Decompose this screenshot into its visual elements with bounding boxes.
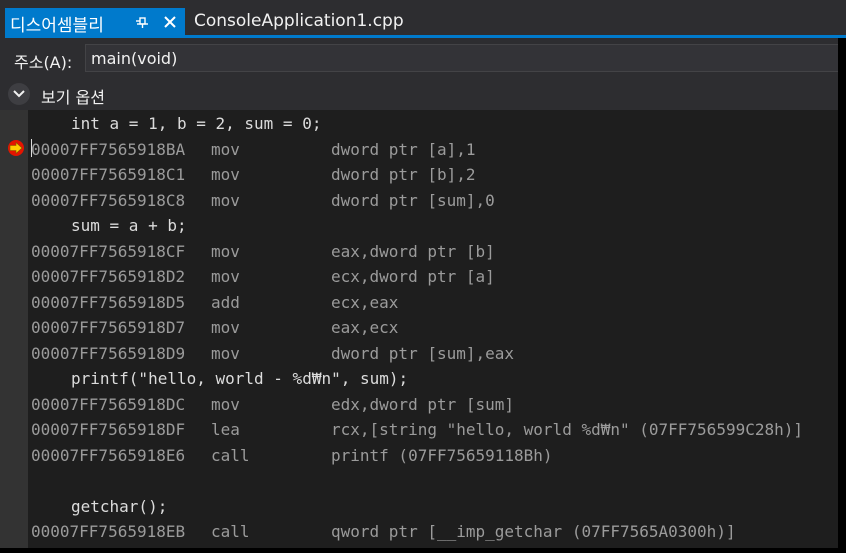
- instruction-address: 00007FF7565918DC: [31, 394, 186, 414]
- instruction-operands: rcx,[string "hello, world %d₩n" (07FF756…: [331, 420, 804, 439]
- source-line: sum = a + b;: [0, 213, 838, 238]
- disassembly-line: 00007FF7565918C1 mov dword ptr [b],2: [0, 162, 838, 187]
- instruction-operands: dword ptr [a],1: [331, 139, 476, 159]
- instruction-opcode: mov: [211, 394, 240, 414]
- disassembly-line: 00007FF7565918E6 call printf (07FF75659118…: [0, 443, 838, 468]
- instruction-address: 00007FF7565918D7: [31, 318, 186, 337]
- instruction-address: 00007FF7565918D2: [31, 267, 186, 286]
- instruction-operands: eax,ecx: [331, 318, 399, 337]
- close-icon[interactable]: [162, 14, 178, 30]
- instruction-opcode: add: [211, 292, 240, 312]
- instruction-opcode: mov: [211, 241, 240, 261]
- instruction-address: 00007FF7565918EB: [31, 522, 186, 541]
- source-text: sum = a + b;: [71, 216, 187, 235]
- tab-console-application-cpp[interactable]: ConsoleApplication1.cpp: [185, 8, 405, 35]
- instruction-opcode: lea: [211, 420, 240, 439]
- instruction-opcode: mov: [211, 190, 240, 210]
- instruction-operands: qword ptr [__imp_getchar (07FF7565A0300h…: [331, 522, 736, 541]
- address-bar: 주소(A):: [0, 38, 846, 78]
- instruction-operands: ecx,dword ptr [a]: [331, 267, 495, 286]
- instruction-operands: dword ptr [sum],0: [331, 190, 495, 210]
- instruction-operands: eax,dword ptr [b]: [331, 241, 495, 261]
- view-options-label: 보기 옵션: [41, 88, 105, 107]
- instruction-address: 00007FF7565918E6: [31, 445, 186, 465]
- source-line: getchar();: [0, 494, 838, 519]
- instruction-operands: edx,dword ptr [sum]: [331, 394, 515, 414]
- instruction-opcode: mov: [211, 343, 240, 363]
- instruction-address: 00007FF7565918D9: [31, 343, 186, 363]
- pin-icon[interactable]: [135, 15, 149, 29]
- address-label: 주소(A):: [14, 53, 73, 72]
- chevron-down-icon: [13, 90, 25, 98]
- disassembly-line: 00007FF7565918D7 mov eax,ecx: [0, 315, 838, 340]
- source-text: getchar();: [71, 496, 168, 516]
- address-input[interactable]: [85, 44, 845, 72]
- document-tab-strip: 디스어셈블리 ConsoleApplication1.cpp: [0, 0, 846, 38]
- window-border-right: [838, 38, 846, 553]
- instruction-address: 00007FF7565918C8: [31, 190, 186, 210]
- source-text: printf("hello, world - %d₩n", sum);: [71, 369, 409, 388]
- view-options-bar: 보기 옵션: [0, 78, 846, 110]
- disassembly-line: 00007FF7565918C8 mov dword ptr [sum],0: [0, 188, 838, 213]
- instruction-address: 00007FF7565918CF: [31, 241, 186, 261]
- instruction-operands: ecx,eax: [331, 292, 399, 312]
- instruction-opcode: mov: [211, 165, 240, 184]
- disassembly-line: 00007FF7565918BA mov dword ptr [a],1: [0, 137, 838, 162]
- tab-disassembly-label: 디스어셈블리: [10, 16, 104, 36]
- disassembly-code-view[interactable]: int a = 1, b = 2, sum = 0; 00007FF7565918…: [0, 110, 838, 550]
- source-line: printf("hello, world - %d₩n", sum);: [0, 366, 838, 391]
- instruction-operands: printf (07FF75659118Bh): [331, 445, 553, 465]
- view-options-toggle[interactable]: [8, 83, 30, 105]
- disassembly-line: 00007FF7565918D9 mov dword ptr [sum],eax: [0, 341, 838, 366]
- disassembly-line: 00007FF7565918D2 mov ecx,dword ptr [a]: [0, 264, 838, 289]
- instruction-operands: dword ptr [b],2: [331, 165, 476, 184]
- instruction-opcode: mov: [211, 139, 240, 159]
- instruction-address: 00007FF7565918BA: [31, 139, 186, 159]
- instruction-opcode: mov: [211, 318, 240, 337]
- instruction-address: 00007FF7565918DF: [31, 420, 186, 439]
- window-border-bottom: [0, 548, 846, 553]
- disassembly-line: 00007FF7565918D5 add ecx,eax: [0, 290, 838, 315]
- instruction-address: 00007FF7565918C1: [31, 165, 186, 184]
- source-line: int a = 1, b = 2, sum = 0;: [0, 111, 838, 136]
- instruction-address: 00007FF7565918D5: [31, 292, 186, 312]
- instruction-opcode: call: [211, 522, 250, 541]
- instruction-opcode: call: [211, 445, 250, 465]
- disassembly-line: 00007FF7565918DF lea rcx,[string "hello, w…: [0, 417, 838, 442]
- instruction-opcode: mov: [211, 267, 240, 286]
- disassembly-line: 00007FF7565918EB call qword ptr [__imp_get…: [0, 519, 838, 544]
- disassembly-line: 00007FF7565918CF mov eax,dword ptr [b]: [0, 239, 838, 264]
- tab-disassembly[interactable]: 디스어셈블리: [5, 8, 185, 36]
- disassembly-window: 디스어셈블리 ConsoleApplication1.cpp 주소(A): ma…: [0, 0, 846, 553]
- tab-console-application-cpp-label: ConsoleApplication1.cpp: [194, 11, 404, 31]
- source-text: int a = 1, b = 2, sum = 0;: [71, 114, 322, 133]
- instruction-operands: dword ptr [sum],eax: [331, 343, 515, 363]
- disassembly-line: 00007FF7565918DC mov edx,dword ptr [sum]: [0, 392, 838, 417]
